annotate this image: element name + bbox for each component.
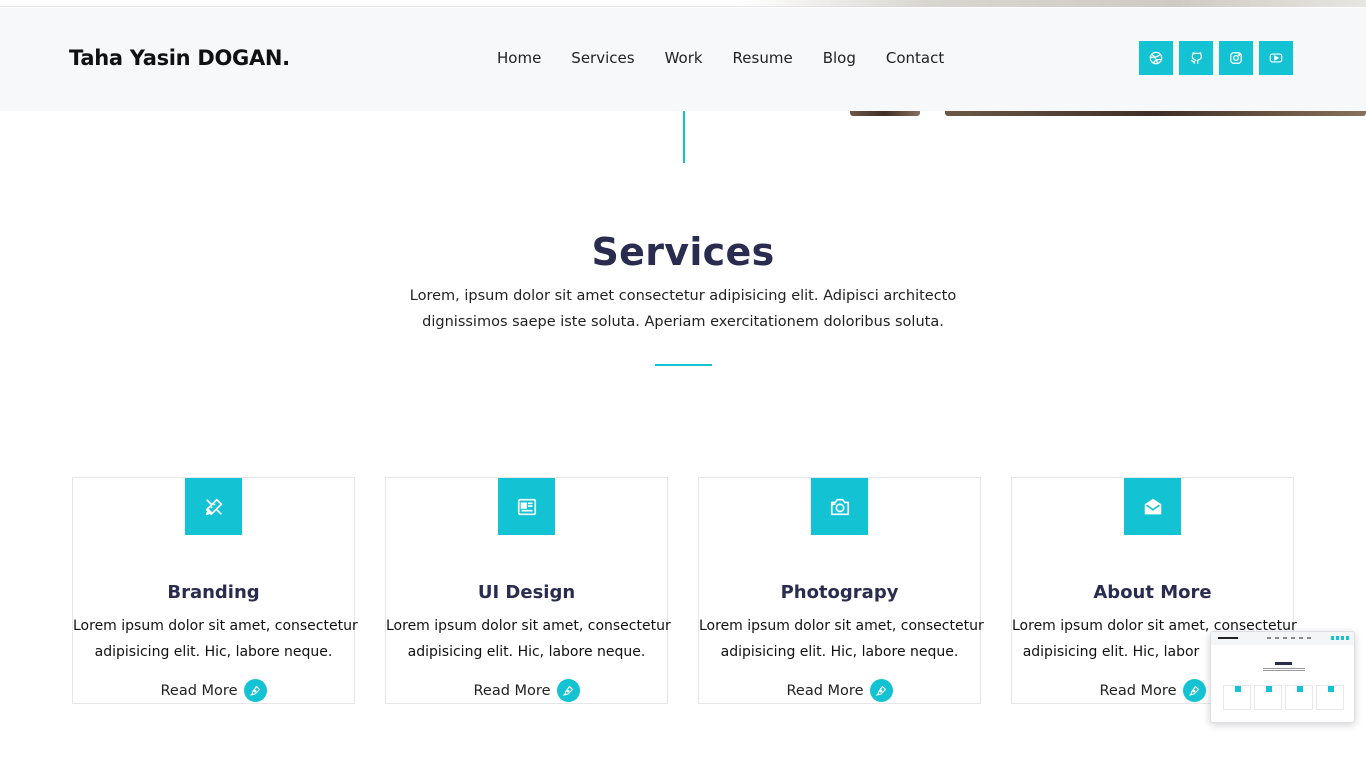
instagram-icon [1230,52,1242,64]
social-links [1139,41,1293,75]
read-more-link[interactable]: Read More [386,679,667,702]
card-title: About More [1093,582,1212,603]
read-more-label: Read More [160,682,238,699]
hero-photo-edge [945,111,1366,116]
read-more-label: Read More [786,682,864,699]
pen-nib-icon [869,679,893,702]
instagram-button[interactable] [1219,41,1253,75]
service-card-ui-design: UI Design Lorem ipsum dolor sit amet, co… [385,477,671,704]
pen-nib-icon [556,679,580,702]
github-icon [1190,52,1203,64]
card-text: Lorem ipsum dolor sit amet, consectetur … [73,618,358,660]
top-edge [0,0,1366,7]
card-icon-box [185,478,242,535]
read-more-link[interactable]: Read More [699,679,980,702]
card-icon-box [498,478,555,535]
card-title: Branding [167,582,260,603]
read-more-label: Read More [473,682,551,699]
service-card-branding: Branding Lorem ipsum dolor sit amet, con… [72,477,358,704]
site-header: Taha Yasin DOGAN. Home Services Work Res… [0,8,1366,111]
title-underline [655,364,712,366]
page: Taha Yasin DOGAN. Home Services Work Res… [0,0,1366,768]
card-text: Lorem ipsum dolor sit amet, consectetur … [699,618,984,660]
youtube-button[interactable] [1259,41,1293,75]
nav-blog[interactable]: Blog [823,49,856,67]
pen-nib-icon [1182,679,1206,702]
nav-services[interactable]: Services [571,49,634,67]
card-title: UI Design [477,582,576,603]
youtube-icon [1269,53,1283,63]
nav-home[interactable]: Home [497,49,541,67]
card-text: Lorem ipsum dolor sit amet, consectetur … [386,618,671,660]
vertical-divider [683,111,685,163]
brand-logo[interactable]: Taha Yasin DOGAN. [69,46,290,70]
screenshot-thumbnail[interactable] [1210,631,1355,723]
service-card-photography: Photograpy Lorem ipsum dolor sit amet, c… [698,477,984,704]
hero-photo-edge [850,111,920,116]
camera-icon [830,498,849,515]
card-icon-box [1124,478,1181,535]
design-tools-icon [205,498,222,515]
dribbble-icon [1149,51,1163,65]
github-button[interactable] [1179,41,1213,75]
section-description: Lorem, ipsum dolor sit amet consectetur … [409,288,957,330]
read-more-link[interactable]: Read More [73,679,354,702]
section-title: Services [591,230,775,274]
mail-open-icon [1144,498,1161,514]
card-icon-box [811,478,868,535]
nav-contact[interactable]: Contact [886,49,944,67]
read-more-label: Read More [1099,682,1177,699]
card-title: Photograpy [780,582,899,603]
main-nav: Home Services Work Resume Blog Contact [497,49,974,67]
nav-work[interactable]: Work [665,49,703,67]
newspaper-icon [517,498,536,515]
pen-nib-icon [243,679,267,702]
nav-resume[interactable]: Resume [733,49,793,67]
dribbble-button[interactable] [1139,41,1173,75]
